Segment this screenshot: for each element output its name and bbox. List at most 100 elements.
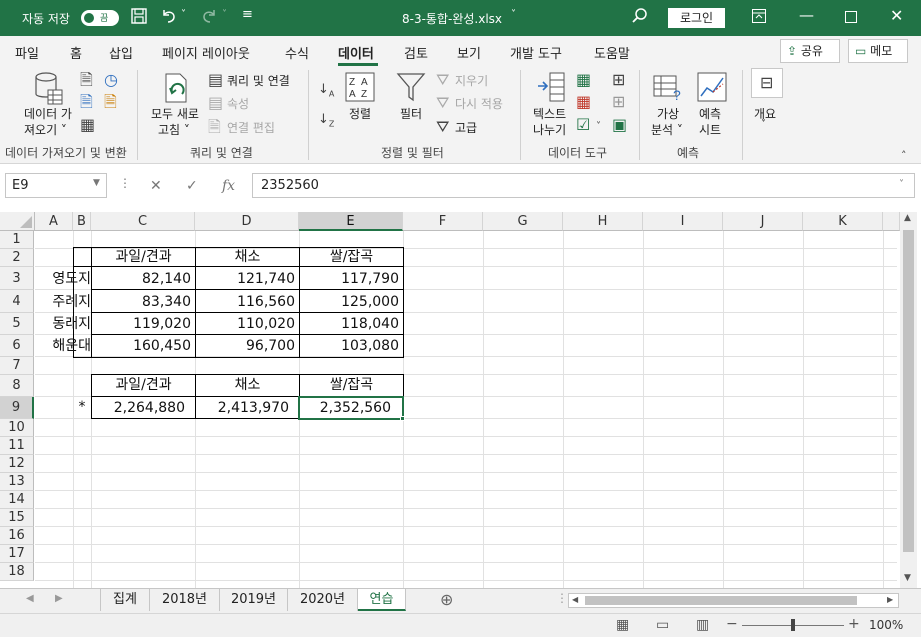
table1-header-fruit[interactable]: 과일/견과 [92, 248, 195, 266]
data-validation-icon[interactable]: ☑ [576, 117, 590, 133]
row-header-7[interactable]: 7 [0, 357, 34, 375]
from-web-icon[interactable]: 🗎 [80, 94, 93, 110]
what-if-analysis-icon[interactable]: ? [653, 72, 683, 105]
remove-duplicates-icon[interactable]: ▦ [576, 94, 591, 110]
row-header-8[interactable]: 8 [0, 375, 34, 397]
sheet-tab-2020[interactable]: 2020년 [288, 589, 358, 611]
table2-cell[interactable]: 2,413,970 [196, 399, 299, 417]
column-header-h[interactable]: H [563, 212, 643, 231]
title-dropdown-icon[interactable]: ˅ [511, 9, 516, 20]
filter-label[interactable]: 필터 [400, 105, 422, 122]
prev-sheet-icon[interactable]: ◀ [26, 593, 34, 604]
scroll-up-icon[interactable]: ▲ [904, 213, 911, 223]
tab-formulas[interactable]: 수식 [285, 43, 309, 62]
expand-formula-bar-icon[interactable]: ˅ [899, 179, 904, 190]
sheet-tab-2018[interactable]: 2018년 [150, 589, 220, 611]
tab-insert[interactable]: 삽입 [109, 43, 133, 62]
table1-cell[interactable]: 110,020 [196, 315, 299, 333]
data-validation-dropdown-icon[interactable]: ˅ [596, 119, 601, 135]
sort-descending-icon[interactable]: ↓Z [318, 112, 334, 133]
table2-header-fruit[interactable]: 과일/견과 [92, 376, 195, 394]
name-box[interactable]: E9 [5, 173, 107, 198]
tab-help[interactable]: 도움말 [594, 43, 630, 62]
row-header-5[interactable]: 5 [0, 313, 34, 335]
row-header-13[interactable]: 13 [0, 473, 34, 491]
table1-cell[interactable]: 82,140 [92, 270, 195, 288]
forecast-sheet-icon[interactable] [697, 72, 727, 105]
column-header-k[interactable]: K [803, 212, 883, 231]
share-button[interactable]: ⇪ 공유 [780, 39, 840, 63]
tab-split-handle-icon[interactable]: ⋮ [556, 591, 568, 605]
filter-icon[interactable] [396, 72, 426, 105]
worksheet-grid[interactable]: A B C D E F G H I J K 1 2 3 4 5 6 7 8 9 … [0, 210, 921, 588]
tab-page-layout[interactable]: 페이지 레이아웃 [162, 43, 250, 62]
table2-header-grain[interactable]: 쌀/잡곡 [300, 376, 403, 394]
customize-qat-icon[interactable]: ≡ [242, 7, 253, 22]
page-break-view-icon[interactable]: ▥ [696, 617, 709, 633]
sheet-tab-practice[interactable]: 연습 [358, 589, 406, 611]
existing-connections-icon[interactable]: 🗎 [104, 94, 117, 110]
table1-row-label[interactable]: 해운대 [35, 337, 91, 355]
column-header-j[interactable]: J [723, 212, 803, 231]
text-to-columns-label-1[interactable]: 텍스트 [533, 105, 566, 122]
sort-icon[interactable]: ZAAZ [345, 72, 375, 105]
row-header-2[interactable]: 2 [0, 249, 34, 267]
scrollbar-thumb[interactable] [903, 230, 914, 552]
what-if-label-1[interactable]: 가상 [657, 105, 679, 122]
tab-home[interactable]: 홈 [70, 43, 82, 62]
undo-icon[interactable] [160, 7, 178, 29]
tab-review[interactable]: 검토 [404, 43, 428, 62]
table2-header-veg[interactable]: 채소 [196, 376, 299, 394]
row-header-17[interactable]: 17 [0, 545, 34, 563]
ribbon-display-icon[interactable] [752, 9, 766, 27]
column-header-g[interactable]: G [483, 212, 563, 231]
table1-header-veg[interactable]: 채소 [196, 248, 299, 266]
table2-cell[interactable]: 2,264,880 [92, 399, 195, 417]
scroll-left-icon[interactable]: ◀ [572, 595, 578, 604]
row-header-4[interactable]: 4 [0, 290, 34, 313]
horizontal-scrollbar[interactable]: ◀ ▶ [568, 593, 899, 608]
table1-row-label[interactable]: 동래지 [35, 315, 91, 333]
zoom-out-icon[interactable]: − [726, 616, 738, 632]
what-if-label-2[interactable]: 분석 ˅ [651, 121, 683, 138]
row-header-18[interactable]: 18 [0, 563, 34, 581]
minimize-icon[interactable]: — [799, 6, 814, 24]
autosave-toggle[interactable]: 끔 [81, 10, 119, 26]
comments-button[interactable]: ▭ 메모 [848, 39, 908, 63]
page-layout-view-icon[interactable]: ▭ [656, 617, 669, 633]
zoom-in-icon[interactable]: + [848, 616, 860, 632]
formula-bar-resize-icon[interactable]: ⋮ [119, 176, 131, 190]
table1-cell[interactable]: 125,000 [300, 293, 403, 311]
tab-file[interactable]: 파일 [15, 43, 39, 62]
forecast-label-2[interactable]: 시트 [699, 121, 721, 138]
table1-header-grain[interactable]: 쌀/잡곡 [300, 248, 403, 266]
table1-cell[interactable]: 160,450 [92, 337, 195, 355]
flash-fill-icon[interactable]: ▦ [576, 72, 591, 88]
hscroll-thumb[interactable] [585, 596, 857, 605]
cancel-icon[interactable]: ✕ [150, 178, 162, 194]
outline-dropdown-icon[interactable]: ˅ [761, 119, 766, 130]
table2-marker[interactable]: * [73, 398, 91, 416]
outline-button[interactable]: ⊟ [751, 68, 783, 98]
zoom-slider-thumb[interactable] [791, 619, 795, 631]
column-header-c[interactable]: C [91, 212, 195, 231]
column-header-a[interactable]: A [35, 212, 73, 231]
collapse-ribbon-icon[interactable]: ˄ [901, 148, 907, 164]
queries-connections-button[interactable]: 쿼리 및 연결 [227, 72, 290, 89]
from-table-icon[interactable]: ▦ [80, 117, 95, 133]
advanced-button[interactable]: 고급 [455, 119, 477, 136]
normal-view-icon[interactable]: ▦ [616, 617, 629, 633]
table1-cell[interactable]: 83,340 [92, 293, 195, 311]
table1-row-label[interactable]: 영도지 [35, 270, 91, 288]
search-icon[interactable] [632, 8, 648, 28]
table1-cell[interactable]: 117,790 [300, 270, 403, 288]
refresh-all-label-1[interactable]: 모두 새로 [151, 105, 199, 122]
save-icon[interactable] [131, 8, 147, 28]
row-header-3[interactable]: 3 [0, 267, 34, 290]
table1-cell[interactable]: 103,080 [300, 337, 403, 355]
formula-input[interactable]: 2352560 [252, 173, 915, 198]
column-header-i[interactable]: I [643, 212, 723, 231]
sort-label[interactable]: 정렬 [349, 105, 371, 122]
fill-handle[interactable] [400, 416, 405, 421]
refresh-all-icon[interactable] [162, 72, 192, 107]
